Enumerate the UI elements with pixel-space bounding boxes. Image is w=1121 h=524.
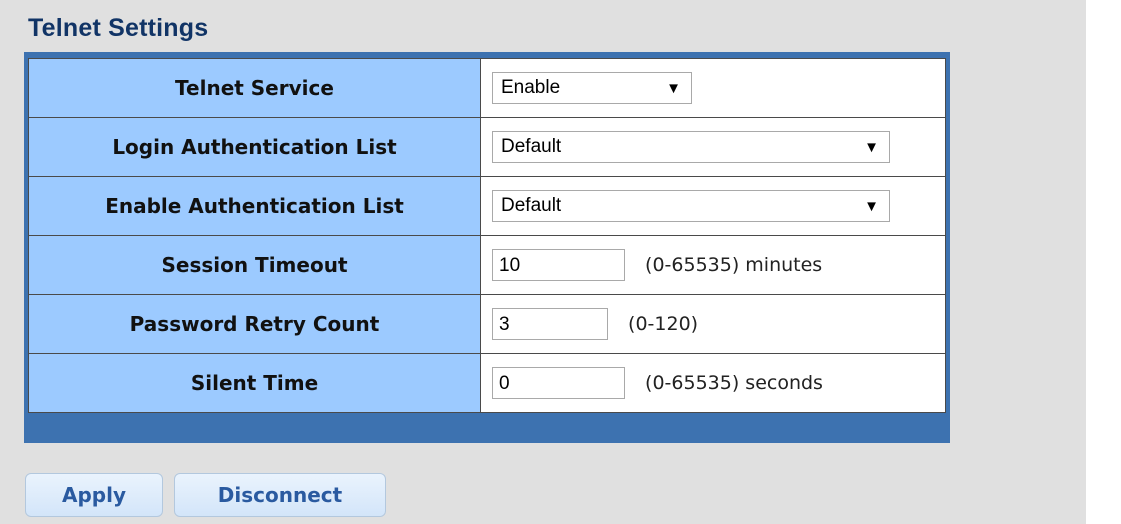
enable-authentication-list-cell: Default ▼ (480, 176, 946, 236)
chevron-down-icon: ▼ (864, 197, 879, 215)
row-password-retry-count: Password Retry Count 3 (0-120) (28, 294, 946, 354)
telnet-service-label: Telnet Service (28, 58, 481, 118)
chevron-down-icon: ▼ (864, 138, 879, 156)
silent-time-cell: 0 (0-65535) seconds (480, 353, 946, 413)
row-login-authentication-list: Login Authentication List Default ▼ (28, 117, 946, 177)
telnet-service-cell: Enable ▼ (480, 58, 946, 118)
settings-table: Telnet Service Enable ▼ Login Authentica… (28, 58, 946, 413)
login-authentication-list-select[interactable]: Default ▼ (492, 131, 890, 163)
disconnect-button[interactable]: Disconnect (174, 473, 386, 517)
silent-time-label: Silent Time (28, 353, 481, 413)
enable-authentication-list-value: Default (501, 195, 562, 216)
page-title: Telnet Settings (28, 14, 209, 42)
page-background: Telnet Settings Telnet Service Enable ▼ … (0, 0, 1086, 524)
login-authentication-list-value: Default (501, 136, 562, 157)
chevron-down-icon: ▼ (666, 79, 681, 97)
telnet-service-select[interactable]: Enable ▼ (492, 72, 692, 104)
session-timeout-label: Session Timeout (28, 235, 481, 295)
password-retry-count-cell: 3 (0-120) (480, 294, 946, 354)
session-timeout-cell: 10 (0-65535) minutes (480, 235, 946, 295)
session-timeout-input[interactable]: 10 (492, 249, 625, 281)
login-authentication-list-cell: Default ▼ (480, 117, 946, 177)
session-timeout-range-hint: (0-65535) minutes (645, 254, 823, 276)
telnet-service-value: Enable (501, 77, 561, 98)
row-session-timeout: Session Timeout 10 (0-65535) minutes (28, 235, 946, 295)
row-silent-time: Silent Time 0 (0-65535) seconds (28, 353, 946, 413)
silent-time-range-hint: (0-65535) seconds (645, 372, 823, 394)
apply-button[interactable]: Apply (25, 473, 163, 517)
enable-authentication-list-select[interactable]: Default ▼ (492, 190, 890, 222)
password-retry-count-input[interactable]: 3 (492, 308, 608, 340)
row-enable-authentication-list: Enable Authentication List Default ▼ (28, 176, 946, 236)
row-telnet-service: Telnet Service Enable ▼ (28, 58, 946, 118)
login-authentication-list-label: Login Authentication List (28, 117, 481, 177)
enable-authentication-list-label: Enable Authentication List (28, 176, 481, 236)
password-retry-count-range-hint: (0-120) (628, 313, 699, 335)
silent-time-input[interactable]: 0 (492, 367, 625, 399)
telnet-settings-panel: Telnet Service Enable ▼ Login Authentica… (24, 52, 950, 443)
password-retry-count-label: Password Retry Count (28, 294, 481, 354)
